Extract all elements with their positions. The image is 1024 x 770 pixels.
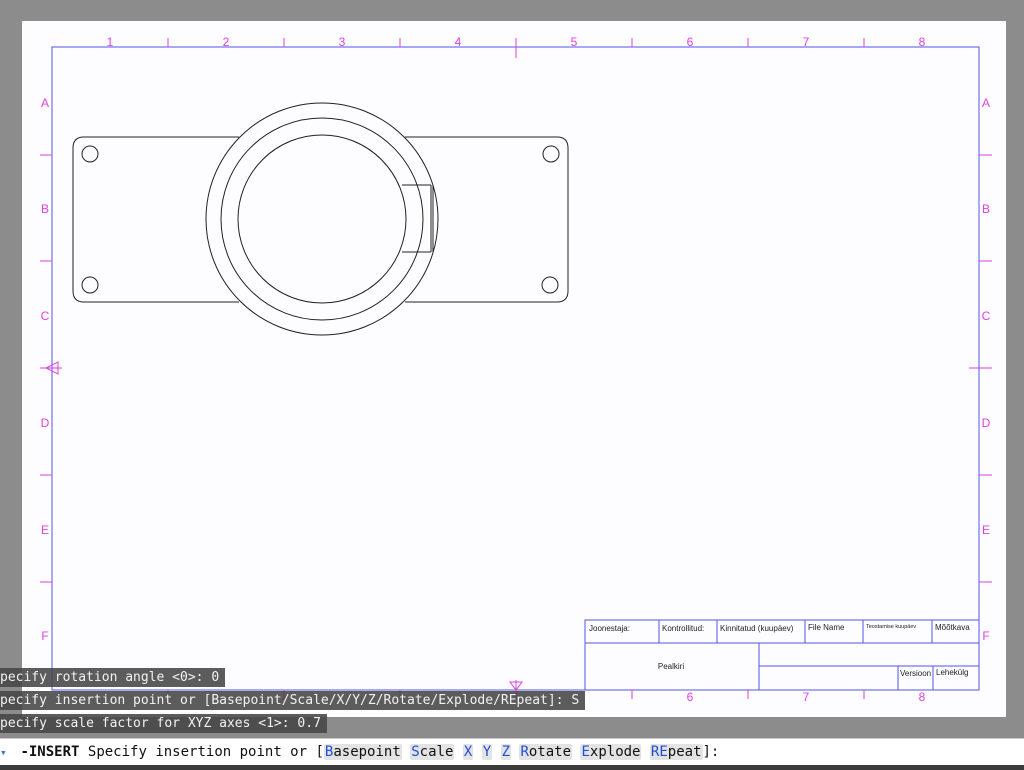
bore-circle[interactable] (237, 134, 407, 304)
col-label-top-5: 5 (571, 35, 578, 49)
hotkey: RE (650, 744, 668, 760)
row-label-right-F: F (982, 629, 989, 643)
mount-hole-top-left[interactable] (81, 145, 99, 163)
tb-title-label: Pealkiri (658, 662, 684, 671)
hotkey: Z (501, 744, 510, 760)
command-suffix: ]: (702, 744, 720, 760)
ring-collar[interactable] (220, 117, 424, 321)
tb-version-label: Versioon (900, 669, 931, 678)
tb-drawn-by-label: Joonestaja: (589, 624, 630, 633)
row-label-left-F: F (41, 629, 48, 643)
part-geometry[interactable] (72, 102, 569, 336)
option-z[interactable]: Z (500, 744, 511, 760)
option-text: peat (667, 744, 702, 760)
hotkey: E (581, 744, 590, 760)
history-line: pecify insertion point or [Basepoint/Sca… (0, 691, 586, 710)
tb-creation-date-label: Teostamise kuupäev (866, 624, 916, 630)
row-label-left-D: D (41, 416, 50, 430)
hotkey: S (411, 744, 420, 760)
row-label-right-C: C (982, 309, 991, 323)
hotkey: Y (482, 744, 492, 760)
mount-hole-bottom-left[interactable] (81, 276, 99, 294)
flange-plate-left[interactable] (72, 136, 239, 303)
mount-hole-bottom-right[interactable] (541, 276, 559, 294)
col-label-top-2: 2 (223, 35, 230, 49)
option-y[interactable]: Y (481, 744, 493, 760)
row-label-left-E: E (41, 523, 49, 537)
history-line: pecify rotation angle <0>: 0 (0, 668, 226, 687)
drawing-canvas[interactable]: 1 2 3 4 5 6 7 8 6 7 8 A B C D E F A B C … (0, 0, 1024, 738)
keyway-slot[interactable] (402, 184, 434, 253)
status-bar-strip (0, 765, 1024, 770)
col-label-top-1: 1 (107, 35, 114, 49)
hotkey: X (463, 744, 473, 760)
option-text: otate (528, 744, 572, 760)
row-label-left-C: C (41, 309, 50, 323)
command-line[interactable]: ▾ -INSERT Specify insertion point or [Ba… (0, 738, 1024, 766)
col-label-bottom-7: 7 (803, 690, 810, 704)
option-text: asepoint (333, 744, 401, 760)
row-label-left-A: A (41, 96, 49, 110)
col-label-top-6: 6 (687, 35, 694, 49)
row-label-right-A: A (982, 96, 990, 110)
option-x[interactable]: X (462, 744, 474, 760)
active-command: -INSERT (20, 744, 80, 760)
option-repeat[interactable]: REpeat (649, 744, 703, 760)
col-label-top-4: 4 (455, 35, 462, 49)
row-label-left-B: B (41, 202, 49, 216)
option-text: cale (419, 744, 454, 760)
tb-page-label: Lehekülg (936, 668, 968, 677)
col-label-bottom-6: 6 (687, 690, 694, 704)
history-line: pecify scale factor for XYZ axes <1>: 0.… (0, 714, 327, 733)
col-label-top-8: 8 (919, 35, 926, 49)
row-label-right-D: D (982, 416, 991, 430)
drawing-frame (51, 46, 980, 691)
col-label-top-3: 3 (339, 35, 346, 49)
option-basepoint[interactable]: Basepoint (323, 744, 402, 760)
drawing-workspace[interactable]: 1 2 3 4 5 6 7 8 6 7 8 A B C D E F A B C … (0, 0, 1024, 738)
tb-checked-by-label: Kontrollitud: (662, 624, 704, 633)
tb-approved-date-label: Kinnitatud (kuupäev) (720, 624, 794, 633)
option-explode[interactable]: Explode (580, 744, 642, 760)
tb-file-name-label: File Name (808, 623, 845, 632)
flange-plate-right[interactable] (405, 136, 569, 303)
hotkey: R (520, 744, 529, 760)
mount-hole-top-right[interactable] (542, 145, 560, 163)
option-rotate[interactable]: Rotate (519, 744, 573, 760)
row-label-right-B: B (982, 202, 990, 216)
col-label-bottom-8: 8 (919, 690, 926, 704)
row-label-right-E: E (982, 523, 990, 537)
option-scale[interactable]: Scale (410, 744, 455, 760)
command-history-icon[interactable]: ▾ (0, 740, 12, 766)
option-text: xplode (589, 744, 641, 760)
col-label-top-7: 7 (803, 35, 810, 49)
command-prompt: Specify insertion point or [ (87, 744, 324, 760)
outer-ring[interactable] (205, 102, 439, 336)
tb-scale-label: Mõõtkava (935, 623, 970, 632)
